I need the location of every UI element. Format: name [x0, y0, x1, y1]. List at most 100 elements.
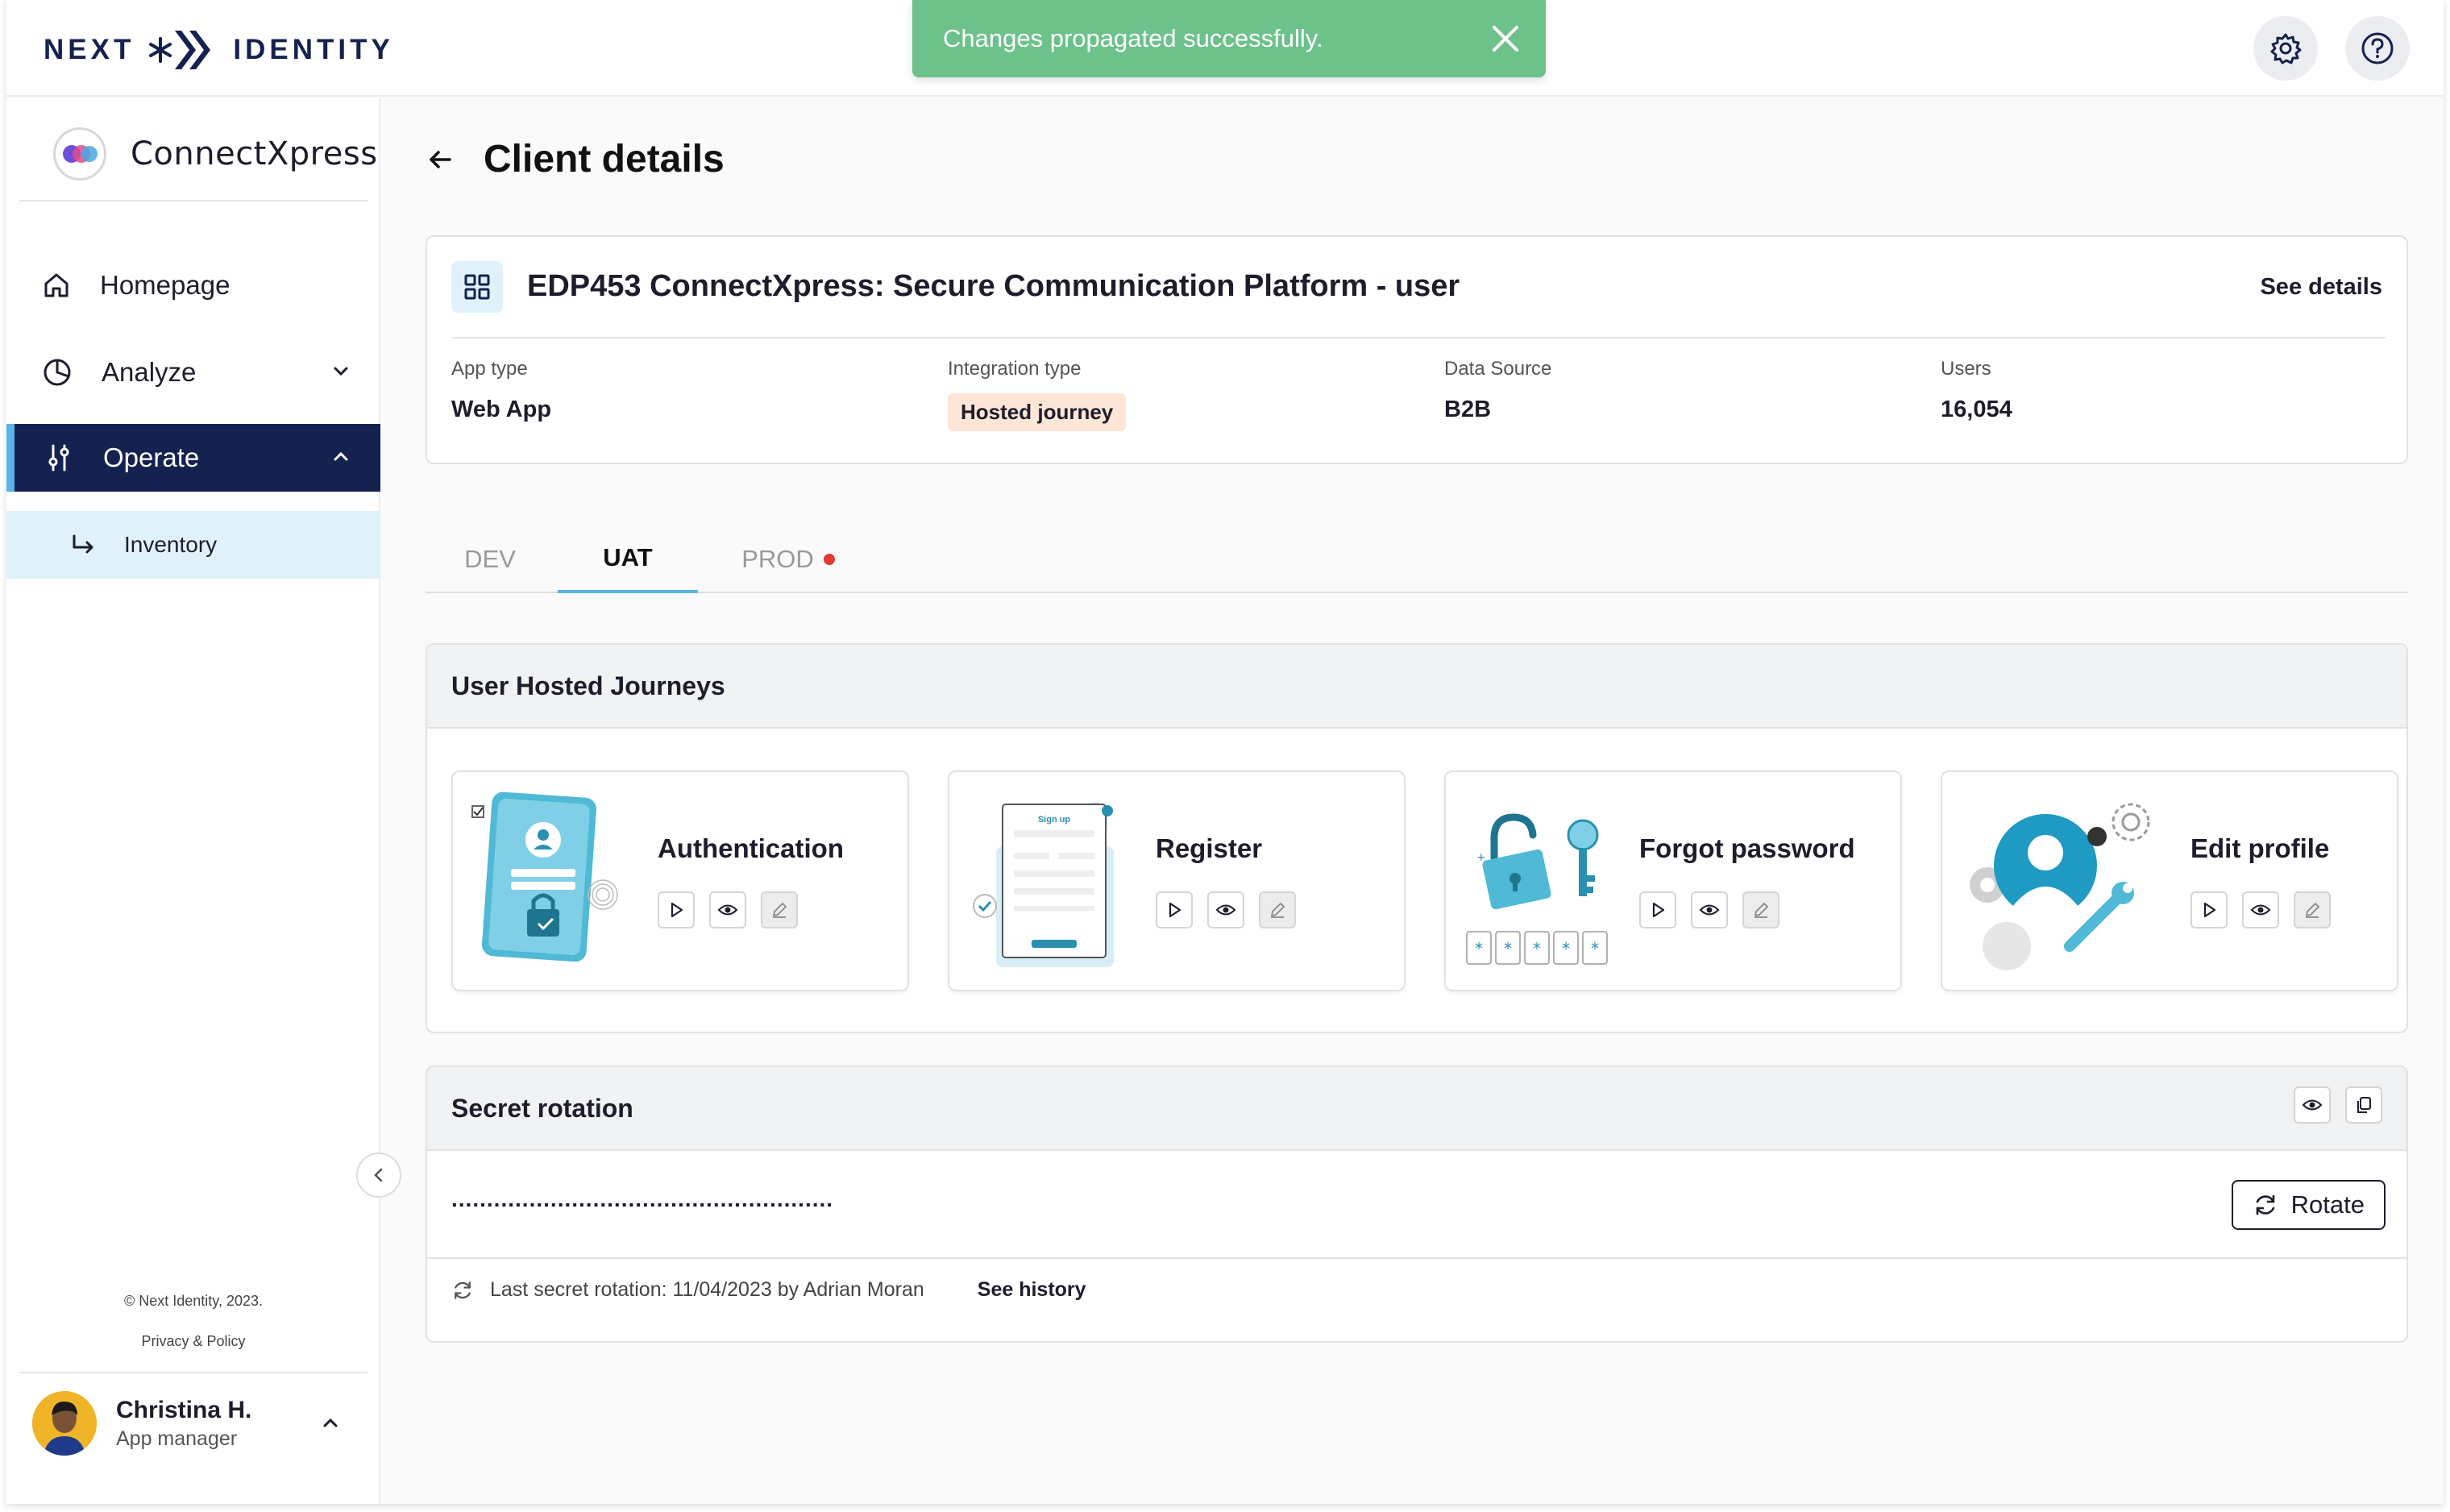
preview-button[interactable] — [1207, 891, 1244, 928]
register-illustration: Sign up — [973, 802, 1114, 967]
brand-left: NEXT — [44, 34, 135, 65]
meta-app-type: App type Web App — [451, 358, 551, 423]
refresh-icon — [455, 1281, 471, 1299]
authentication-illustration — [471, 791, 618, 962]
play-icon — [671, 902, 683, 918]
journey-card-authentication: Authentication — [451, 771, 909, 991]
success-toast: Changes propagated successfully. — [912, 0, 1546, 77]
pencil-icon — [2306, 903, 2319, 918]
play-button[interactable] — [1156, 891, 1193, 928]
eye-icon — [1215, 904, 1236, 916]
tab-prod[interactable]: PROD — [708, 525, 869, 593]
meta-label: App type — [451, 358, 528, 380]
edit-button[interactable] — [1259, 891, 1296, 928]
journey-title: Forgot password — [1639, 833, 1855, 863]
client-summary-card: EDP453 ConnectXpress: Secure Communicati… — [426, 235, 2408, 464]
panel-title: User Hosted Journeys — [427, 645, 2406, 729]
play-icon — [1169, 902, 1181, 918]
meta-value: 16,054 — [1941, 397, 2012, 422]
help-icon — [2361, 32, 2394, 64]
close-icon[interactable] — [1488, 21, 1523, 56]
nav-subitem-inventory[interactable]: Inventory — [6, 511, 380, 579]
reveal-secret-button[interactable] — [2294, 1086, 2331, 1124]
top-bar: NEXT IDENTITY Changes propagated success… — [6, 0, 2444, 97]
journey-title: Edit profile — [2190, 833, 2330, 863]
svg-text:*: * — [1533, 939, 1541, 958]
back-arrow-icon[interactable] — [426, 145, 455, 174]
chevron-up-icon — [334, 451, 348, 461]
grid-icon — [451, 261, 503, 313]
tab-dev[interactable]: DEV — [426, 525, 554, 593]
app-logo-icon — [63, 145, 98, 163]
eye-icon — [2302, 1099, 2323, 1111]
svg-text:*: * — [1504, 939, 1512, 958]
nav-sub-label: Inventory — [124, 532, 218, 557]
edit-button[interactable] — [2294, 891, 2331, 928]
edit-button[interactable] — [1742, 891, 1779, 928]
rotate-button[interactable]: Rotate — [2231, 1180, 2386, 1230]
svg-text:*: * — [1562, 939, 1570, 958]
last-rotation-text: Last secret rotation: 11/04/2023 by Adri… — [490, 1278, 924, 1301]
avatar — [32, 1391, 97, 1456]
journey-actions — [1639, 891, 1779, 928]
nav-item-homepage[interactable]: Homepage — [6, 251, 380, 319]
user-name: Christina H. — [116, 1396, 252, 1423]
play-button[interactable] — [658, 891, 695, 928]
meta-label: Data Source — [1444, 358, 1552, 380]
refresh-icon — [2256, 1194, 2274, 1215]
journey-card-register: Sign up Register — [948, 771, 1406, 991]
chevron-up-icon[interactable] — [319, 1412, 342, 1435]
home-icon — [44, 273, 69, 297]
play-button[interactable] — [2190, 891, 2228, 928]
pencil-icon — [773, 903, 787, 918]
rotate-label: Rotate — [2290, 1190, 2365, 1219]
panel-title: Secret rotation — [451, 1093, 633, 1123]
privacy-link[interactable]: Privacy & Policy — [6, 1333, 380, 1350]
alert-dot — [823, 554, 835, 565]
preview-button[interactable] — [2242, 891, 2279, 928]
play-icon — [2203, 902, 2216, 918]
pencil-icon — [1271, 903, 1285, 918]
journeys-panel: User Hosted Journeys Authentication Sign… — [426, 643, 2408, 1033]
user-role: App manager — [116, 1427, 238, 1450]
tab-uat[interactable]: UAT — [558, 525, 698, 593]
nav-item-operate[interactable]: Operate — [6, 424, 380, 492]
app-switcher[interactable]: ConnectXpress — [53, 127, 378, 181]
svg-text:*: * — [1591, 939, 1599, 958]
brand-right: IDENTITY — [233, 34, 394, 65]
integration-tag: Hosted journey — [948, 393, 1127, 431]
meta-label: Integration type — [948, 358, 1082, 380]
gear-icon — [2270, 33, 2302, 64]
preview-button[interactable] — [709, 891, 746, 928]
meta-label: Users — [1941, 358, 1991, 380]
tab-label: DEV — [464, 545, 516, 573]
journey-actions — [658, 891, 798, 928]
see-details-link[interactable]: See details — [2260, 274, 2382, 301]
play-button[interactable] — [1639, 891, 1676, 928]
see-history-link[interactable]: See history — [978, 1278, 1086, 1302]
divider — [19, 1372, 368, 1373]
user-profile[interactable]: Christina H. App manager — [32, 1391, 371, 1456]
help-button[interactable] — [2345, 16, 2410, 81]
eye-icon — [2250, 904, 2271, 916]
environment-tabs: DEV UAT PROD — [426, 525, 2408, 593]
client-name: EDP453 ConnectXpress: Secure Communicati… — [527, 269, 1460, 303]
page-header: Client details — [426, 137, 725, 181]
divider — [451, 337, 2386, 339]
pencil-icon — [1754, 903, 1768, 918]
play-icon — [1652, 902, 1665, 918]
nav-item-analyze[interactable]: Analyze — [6, 339, 380, 406]
copy-icon — [2357, 1097, 2371, 1113]
journey-actions — [2190, 891, 2331, 928]
journey-actions — [1156, 891, 1296, 928]
meta-data-source: Data Source B2B — [1444, 358, 1551, 423]
svg-text:*: * — [1475, 939, 1483, 958]
forgot-password-illustration: + * * * * * — [1466, 813, 1608, 965]
preview-button[interactable] — [1691, 891, 1728, 928]
journey-title: Authentication — [658, 833, 844, 863]
copy-secret-button[interactable] — [2345, 1086, 2382, 1124]
pie-chart-icon — [44, 359, 71, 386]
nav-label: Homepage — [100, 270, 230, 300]
settings-button[interactable] — [2253, 16, 2318, 81]
edit-button[interactable] — [761, 891, 798, 928]
